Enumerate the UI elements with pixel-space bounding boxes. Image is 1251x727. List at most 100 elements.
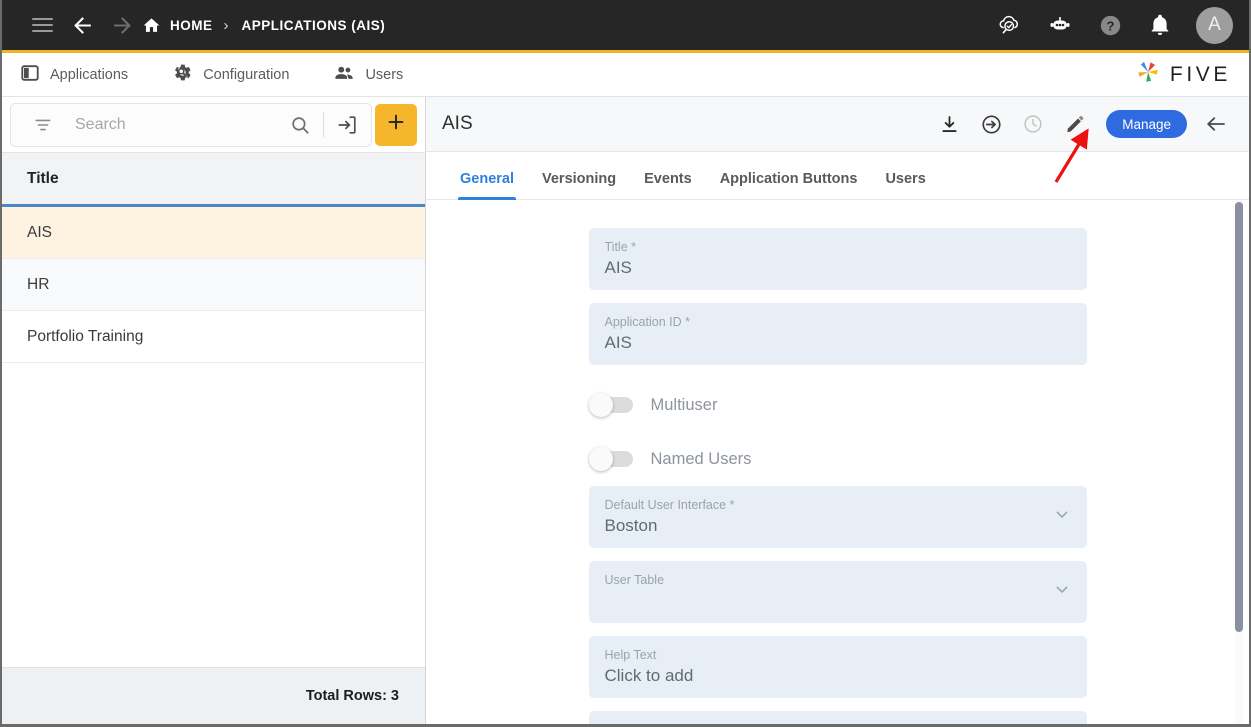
search-row [2, 97, 425, 152]
back-nav-icon[interactable] [62, 5, 102, 45]
default-user-interface-label: Default User Interface * [604, 498, 735, 512]
cloud-search-icon[interactable] [990, 5, 1030, 45]
list-column-header[interactable]: Title [2, 152, 425, 207]
plus-icon [385, 111, 407, 138]
svg-text:?: ? [1106, 18, 1114, 33]
form-scrollbar-track[interactable] [1235, 200, 1243, 724]
column-header-title: Title [27, 169, 59, 187]
breadcrumb-current[interactable]: APPLICATIONS (AIS) [242, 18, 386, 33]
avatar-initial: A [1208, 14, 1221, 35]
application-id-field[interactable]: Application ID * AIS [588, 303, 1087, 365]
app-window: HOME › APPLICATIONS (AIS) ? A Applicatio… [0, 0, 1251, 727]
page-title: AIS [442, 113, 473, 134]
sidebar: Title AIS HR Portfolio Training Total Ro… [2, 97, 426, 724]
list-item-title: Portfolio Training [27, 327, 144, 345]
application-id-field-value: AIS [604, 333, 632, 352]
download-icon[interactable] [932, 107, 966, 141]
tab-application-buttons[interactable]: Application Buttons [706, 171, 872, 199]
form-column: Title * AIS Application ID * AIS Multius… [588, 228, 1087, 724]
search-input[interactable] [61, 115, 282, 134]
import-arrow-icon[interactable] [329, 107, 365, 143]
named-users-label: Named Users [650, 449, 752, 468]
breadcrumb-home-label: HOME [170, 17, 213, 33]
history-clock-icon[interactable] [1016, 107, 1050, 141]
forward-nav-icon[interactable] [102, 5, 142, 45]
five-pinwheel-logo [1133, 57, 1163, 92]
edit-pencil-icon[interactable] [1058, 107, 1092, 141]
breadcrumb-home[interactable]: HOME [142, 16, 213, 35]
toggle-knob [588, 447, 613, 471]
list-item[interactable]: AIS [2, 207, 425, 259]
toggle-knob [588, 393, 613, 417]
nav-label-users: Users [365, 66, 404, 83]
list-item-title: HR [27, 275, 50, 293]
configuration-gear-icon [172, 62, 193, 87]
breadcrumb-separator: › [223, 16, 229, 34]
nav-item-users[interactable]: Users [333, 62, 403, 88]
form-scrollbar-thumb[interactable] [1235, 202, 1243, 632]
top-bar: HOME › APPLICATIONS (AIS) ? A [2, 0, 1249, 53]
title-field[interactable]: Title * AIS [588, 228, 1087, 290]
multiuser-toggle[interactable] [588, 393, 633, 417]
manage-button[interactable]: Manage [1106, 110, 1187, 138]
help-url-label: Help URL [605, 722, 1071, 724]
panel-header: AIS Manage [426, 97, 1249, 152]
top-bar-left: HOME › APPLICATIONS (AIS) [22, 5, 385, 45]
multiuser-label: Multiuser [650, 395, 718, 414]
nav-item-configuration[interactable]: Configuration [172, 62, 289, 87]
chevron-down-icon [1052, 580, 1072, 605]
user-avatar[interactable]: A [1196, 6, 1233, 44]
help-text-label: Help Text [604, 648, 657, 662]
title-field-value: AIS [604, 258, 632, 277]
user-table-field[interactable]: User Table [588, 561, 1087, 623]
user-table-label: User Table [604, 573, 665, 587]
deploy-login-icon[interactable] [974, 107, 1008, 141]
tab-users[interactable]: Users [871, 171, 939, 199]
default-user-interface-value: Boston [604, 516, 658, 535]
default-user-interface-field[interactable]: Default User Interface * Boston [588, 486, 1087, 548]
main-panel: AIS Manage General Versioning Events App… [426, 97, 1249, 724]
tab-general[interactable]: General [446, 171, 528, 200]
search-icon[interactable] [282, 107, 318, 143]
home-icon [142, 16, 161, 35]
top-bar-right: ? A [990, 5, 1233, 45]
multiuser-row: Multiuser [588, 378, 1087, 432]
list-footer: Total Rows: 3 [2, 667, 425, 724]
chevron-down-icon [1052, 505, 1072, 530]
form-area: Title * AIS Application ID * AIS Multius… [426, 200, 1249, 724]
list-item-title: AIS [27, 223, 52, 241]
tab-events[interactable]: Events [630, 171, 706, 199]
hamburger-icon[interactable] [22, 5, 62, 45]
divider [323, 112, 324, 137]
title-field-label: Title * [604, 240, 637, 254]
user-table-value [605, 588, 1043, 613]
panel-back-icon[interactable] [1199, 107, 1233, 141]
list-item[interactable]: HR [2, 259, 425, 311]
filter-icon[interactable] [25, 107, 61, 143]
help-text-field[interactable]: Help Text Click to add [588, 636, 1087, 698]
help-url-field[interactable]: Help URL [588, 711, 1087, 724]
help-text-value: Click to add [604, 666, 694, 685]
tab-versioning[interactable]: Versioning [528, 171, 630, 199]
brand-logo: FIVE [1133, 57, 1231, 92]
help-icon[interactable]: ? [1090, 5, 1130, 45]
application-id-field-label: Application ID * [604, 315, 690, 329]
brand-text: FIVE [1169, 62, 1231, 86]
chat-bot-icon[interactable] [1040, 5, 1080, 45]
body: Title AIS HR Portfolio Training Total Ro… [2, 97, 1249, 724]
panel-actions: Manage [932, 107, 1233, 141]
notifications-bell-icon[interactable] [1140, 5, 1180, 45]
search-box[interactable] [10, 102, 372, 147]
users-icon [333, 62, 355, 88]
breadcrumb-current-label: APPLICATIONS (AIS) [241, 17, 386, 33]
nav-label-configuration: Configuration [203, 66, 290, 83]
list-body: AIS HR Portfolio Training [2, 207, 425, 667]
add-button[interactable] [375, 103, 417, 146]
nav-item-applications[interactable]: Applications [20, 63, 128, 87]
nav-bar: Applications Configuration Users FIVE [2, 53, 1249, 97]
nav-label-applications: Applications [50, 66, 129, 83]
list-item[interactable]: Portfolio Training [2, 311, 425, 363]
named-users-row: Named Users [588, 432, 1087, 486]
total-rows-label: Total Rows: 3 [305, 688, 399, 704]
named-users-toggle[interactable] [588, 447, 633, 471]
